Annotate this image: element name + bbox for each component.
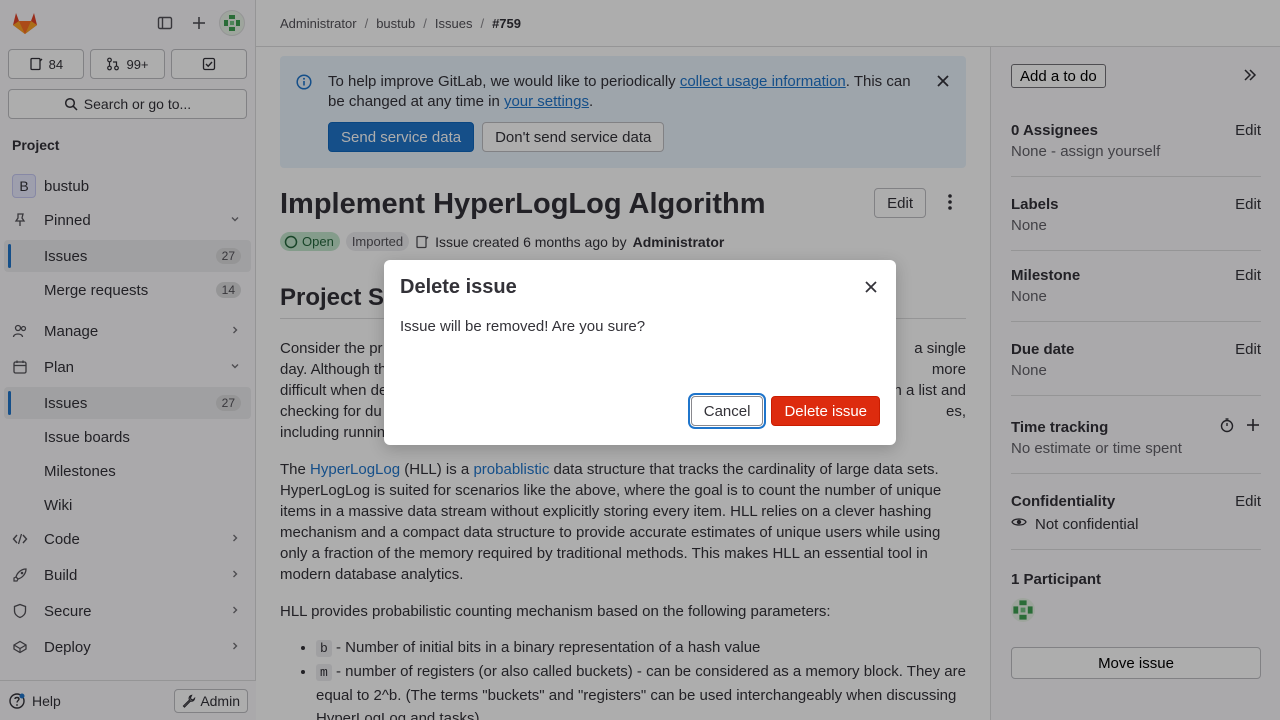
modal-body-text: Issue will be removed! Are you sure?: [400, 318, 646, 335]
cancel-button[interactable]: Cancel: [690, 396, 764, 426]
modal-close-icon[interactable]: [864, 280, 878, 297]
delete-issue-modal: Delete issue Issue will be removed! Are …: [384, 260, 896, 445]
delete-issue-button[interactable]: Delete issue: [771, 396, 880, 426]
modal-title: Delete issue: [400, 276, 517, 298]
